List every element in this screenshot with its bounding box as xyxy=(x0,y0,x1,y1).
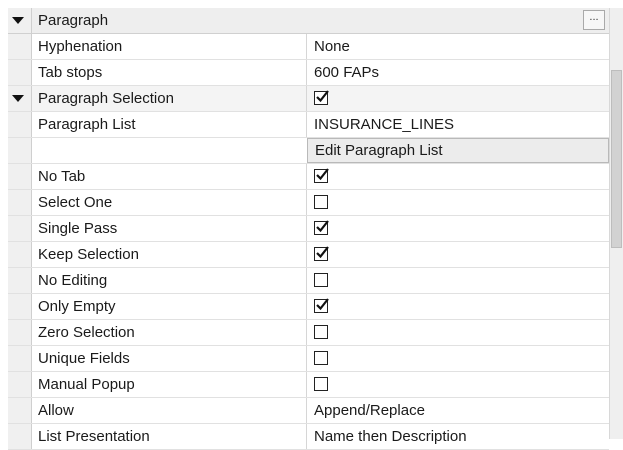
checkbox-checked[interactable] xyxy=(314,246,329,261)
property-name: Zero Selection xyxy=(38,324,135,341)
checkbox-unchecked[interactable] xyxy=(314,325,328,339)
column-divider xyxy=(306,372,307,397)
checkbox-checked[interactable] xyxy=(314,90,329,105)
property-row[interactable]: Select One xyxy=(8,190,609,216)
property-row[interactable]: Unique Fields xyxy=(8,346,609,372)
checkmark-icon xyxy=(316,298,329,311)
property-name: Paragraph List xyxy=(38,116,136,133)
property-name: Allow xyxy=(38,402,74,419)
checkbox-unchecked[interactable] xyxy=(314,351,328,365)
row-gutter xyxy=(8,424,32,449)
property-name: Hyphenation xyxy=(38,38,123,55)
checkbox-unchecked[interactable] xyxy=(314,377,328,391)
column-divider xyxy=(306,60,307,85)
property-value[interactable]: 600 FAPs xyxy=(314,60,379,85)
category-row-paragraph[interactable]: Paragraph... xyxy=(8,8,609,34)
property-name: Manual Popup xyxy=(38,376,135,393)
checkmark-icon xyxy=(316,246,329,259)
property-row[interactable]: Keep Selection xyxy=(8,242,609,268)
property-row[interactable]: Hyphenation None xyxy=(8,34,609,60)
property-name: List Presentation xyxy=(38,428,150,445)
category-row-paragraph-selection[interactable]: Paragraph Selection xyxy=(8,86,609,112)
column-divider xyxy=(306,268,307,293)
checkbox-unchecked[interactable] xyxy=(314,273,328,287)
property-row[interactable]: Only Empty xyxy=(8,294,609,320)
property-name: Keep Selection xyxy=(38,246,139,263)
column-divider xyxy=(306,398,307,423)
column-divider xyxy=(306,190,307,215)
row-gutter xyxy=(8,112,32,137)
property-value[interactable]: Name then Description xyxy=(314,424,467,449)
category-label: Paragraph Selection xyxy=(38,90,174,107)
property-row[interactable]: Zero Selection xyxy=(8,320,609,346)
row-gutter xyxy=(8,190,32,215)
property-row[interactable]: Paragraph List INSURANCE_LINES xyxy=(8,112,609,138)
column-divider xyxy=(306,242,307,267)
row-gutter xyxy=(8,398,32,423)
checkbox-checked[interactable] xyxy=(314,298,329,313)
row-gutter xyxy=(8,164,32,189)
more-options-button[interactable]: ... xyxy=(583,10,605,30)
property-name: Single Pass xyxy=(38,220,118,237)
property-name: Only Empty xyxy=(38,298,116,315)
column-divider xyxy=(306,346,307,371)
row-gutter xyxy=(8,346,32,371)
row-gutter xyxy=(8,268,32,293)
column-divider xyxy=(306,294,307,319)
scrollbar-thumb[interactable] xyxy=(611,70,622,248)
property-row[interactable]: Single Pass xyxy=(8,216,609,242)
chevron-down-icon[interactable] xyxy=(12,17,24,24)
property-row[interactable]: Manual Popup xyxy=(8,372,609,398)
category-label: Paragraph xyxy=(38,12,109,29)
checkbox-checked[interactable] xyxy=(314,220,329,235)
property-row[interactable]: Tab stops 600 FAPs xyxy=(8,60,609,86)
column-divider xyxy=(306,34,307,59)
column-divider xyxy=(306,164,307,189)
row-gutter xyxy=(8,86,32,111)
row-gutter xyxy=(8,372,32,397)
property-row[interactable]: No Tab xyxy=(8,164,609,190)
row-gutter xyxy=(8,138,32,163)
row-gutter xyxy=(8,8,32,33)
column-divider xyxy=(306,216,307,241)
column-divider xyxy=(306,320,307,345)
property-name: Unique Fields xyxy=(38,350,130,367)
vertical-scrollbar[interactable] xyxy=(609,8,623,439)
column-divider xyxy=(306,424,307,449)
row-gutter xyxy=(8,242,32,267)
property-name: Select One xyxy=(38,194,113,211)
checkbox-unchecked[interactable] xyxy=(314,195,328,209)
checkmark-icon xyxy=(316,90,329,103)
column-divider xyxy=(306,112,307,137)
property-name: No Editing xyxy=(38,272,108,289)
chevron-down-icon[interactable] xyxy=(12,95,24,102)
checkmark-icon xyxy=(316,220,329,233)
row-gutter xyxy=(8,216,32,241)
property-value[interactable]: Append/Replace xyxy=(314,398,425,423)
property-row[interactable]: List Presentation Name then Description xyxy=(8,424,609,450)
edit-paragraph-list-button[interactable]: Edit Paragraph List xyxy=(307,138,609,163)
property-name: Tab stops xyxy=(38,64,103,81)
row-gutter xyxy=(8,34,32,59)
property-row[interactable]: Allow Append/Replace xyxy=(8,398,609,424)
checkmark-icon xyxy=(316,168,329,181)
property-row[interactable]: No Editing xyxy=(8,268,609,294)
row-gutter xyxy=(8,294,32,319)
property-grid: Paragraph... Hyphenation None Tab stops 600 … xyxy=(0,0,623,450)
column-divider xyxy=(306,86,307,111)
property-name: No Tab xyxy=(38,168,86,185)
row-gutter xyxy=(8,60,32,85)
row-gutter xyxy=(8,320,32,345)
property-value[interactable]: INSURANCE_LINES xyxy=(314,112,454,137)
checkbox-checked[interactable] xyxy=(314,168,329,183)
property-value[interactable]: None xyxy=(314,34,350,59)
property-row[interactable]: Edit Paragraph List xyxy=(8,138,609,164)
